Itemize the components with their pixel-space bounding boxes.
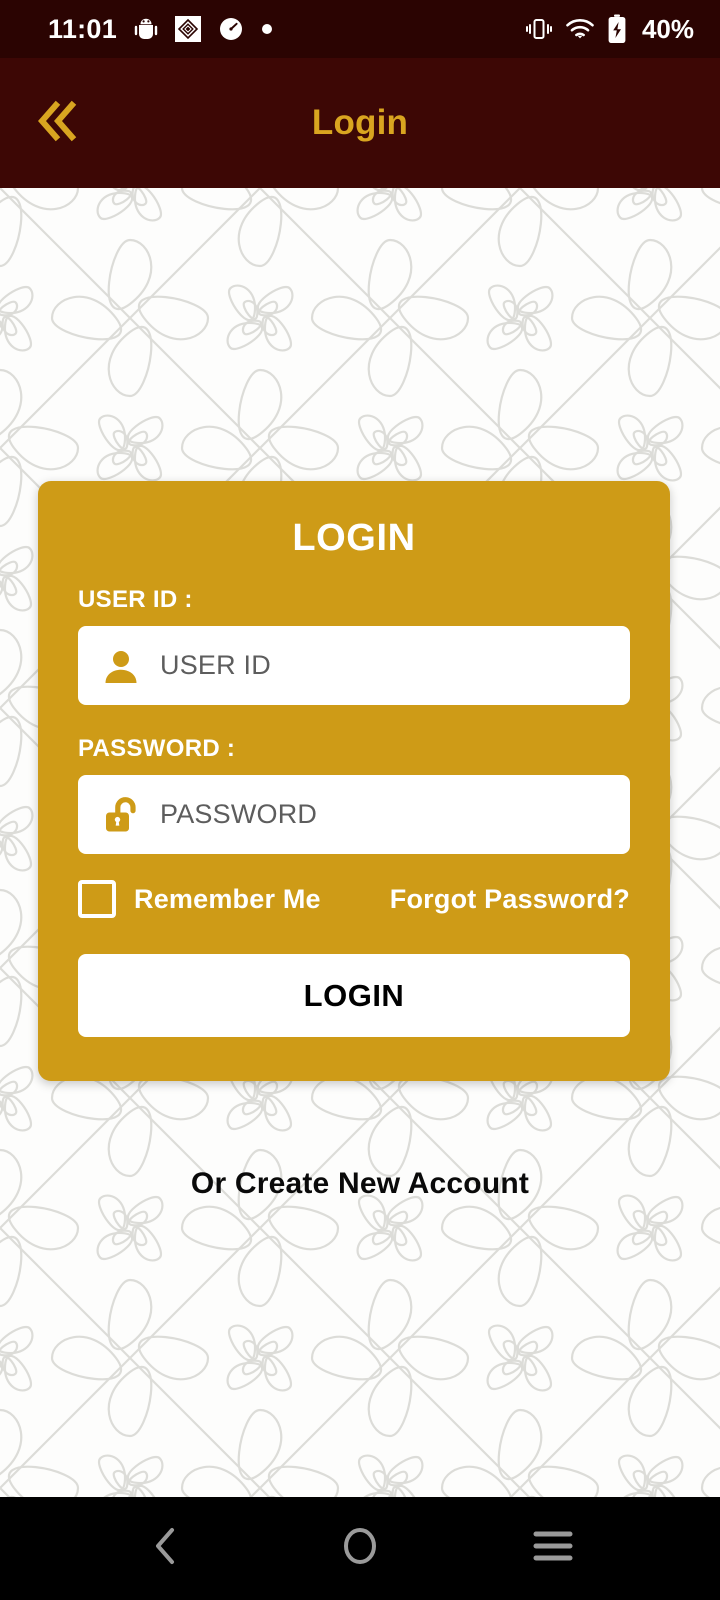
options-row: Remember Me Forgot Password? <box>78 880 630 918</box>
dot-indicator-icon <box>261 23 273 35</box>
speedometer-icon <box>218 16 244 42</box>
password-input[interactable]: PASSWORD <box>78 775 630 854</box>
app-header: Login <box>0 58 720 188</box>
status-bar-left: 11:01 <box>48 13 273 44</box>
status-time: 11:01 <box>48 13 118 44</box>
back-button[interactable] <box>20 86 94 160</box>
password-placeholder: PASSWORD <box>160 799 318 829</box>
android-bug-icon <box>134 16 158 42</box>
circle-icon <box>339 1523 381 1574</box>
login-card-title: LOGIN <box>292 517 416 559</box>
hamburger-icon <box>533 1529 573 1568</box>
remember-me-checkbox[interactable] <box>78 880 116 918</box>
diamond-badge-icon <box>175 16 202 42</box>
nav-home-button[interactable] <box>315 1514 405 1584</box>
userid-label: USER ID : <box>78 586 193 613</box>
userid-block: USER ID : USER ID <box>78 586 630 705</box>
remember-me-label: Remember Me <box>134 883 321 914</box>
page-title: Login <box>311 103 409 142</box>
unlocked-padlock-icon <box>100 794 142 836</box>
status-bar: 11:01 40% <box>0 0 720 58</box>
login-card: LOGIN USER ID : USER ID PASSWORD : PASSW… <box>38 481 670 1081</box>
person-icon <box>100 645 142 687</box>
nav-back-button[interactable] <box>122 1514 212 1584</box>
double-chevron-left-icon <box>29 93 85 154</box>
nav-recents-button[interactable] <box>508 1514 598 1584</box>
password-label: PASSWORD : <box>78 735 236 762</box>
content-area: LOGIN USER ID : USER ID PASSWORD : PASSW… <box>0 188 720 1497</box>
battery-percent-label: 40% <box>641 14 694 44</box>
create-account-link[interactable]: Or Create New Account <box>0 1167 720 1201</box>
login-button[interactable]: LOGIN <box>78 954 630 1037</box>
vibrate-icon <box>525 15 553 43</box>
remember-me-toggle[interactable]: Remember Me <box>78 880 321 918</box>
password-block: PASSWORD : PASSWORD <box>78 735 630 854</box>
chevron-left-icon <box>147 1524 187 1573</box>
forgot-password-link[interactable]: Forgot Password? <box>390 884 630 915</box>
status-bar-right: 40% <box>525 14 694 44</box>
userid-input[interactable]: USER ID <box>78 626 630 705</box>
login-screen: 11:01 40% Login LOGIN USER ID: USER ID … <box>0 0 720 1600</box>
userid-placeholder: USER ID <box>160 650 271 680</box>
system-nav-bar <box>0 1497 720 1600</box>
battery-charging-icon <box>607 14 627 44</box>
wifi-icon <box>565 17 595 41</box>
